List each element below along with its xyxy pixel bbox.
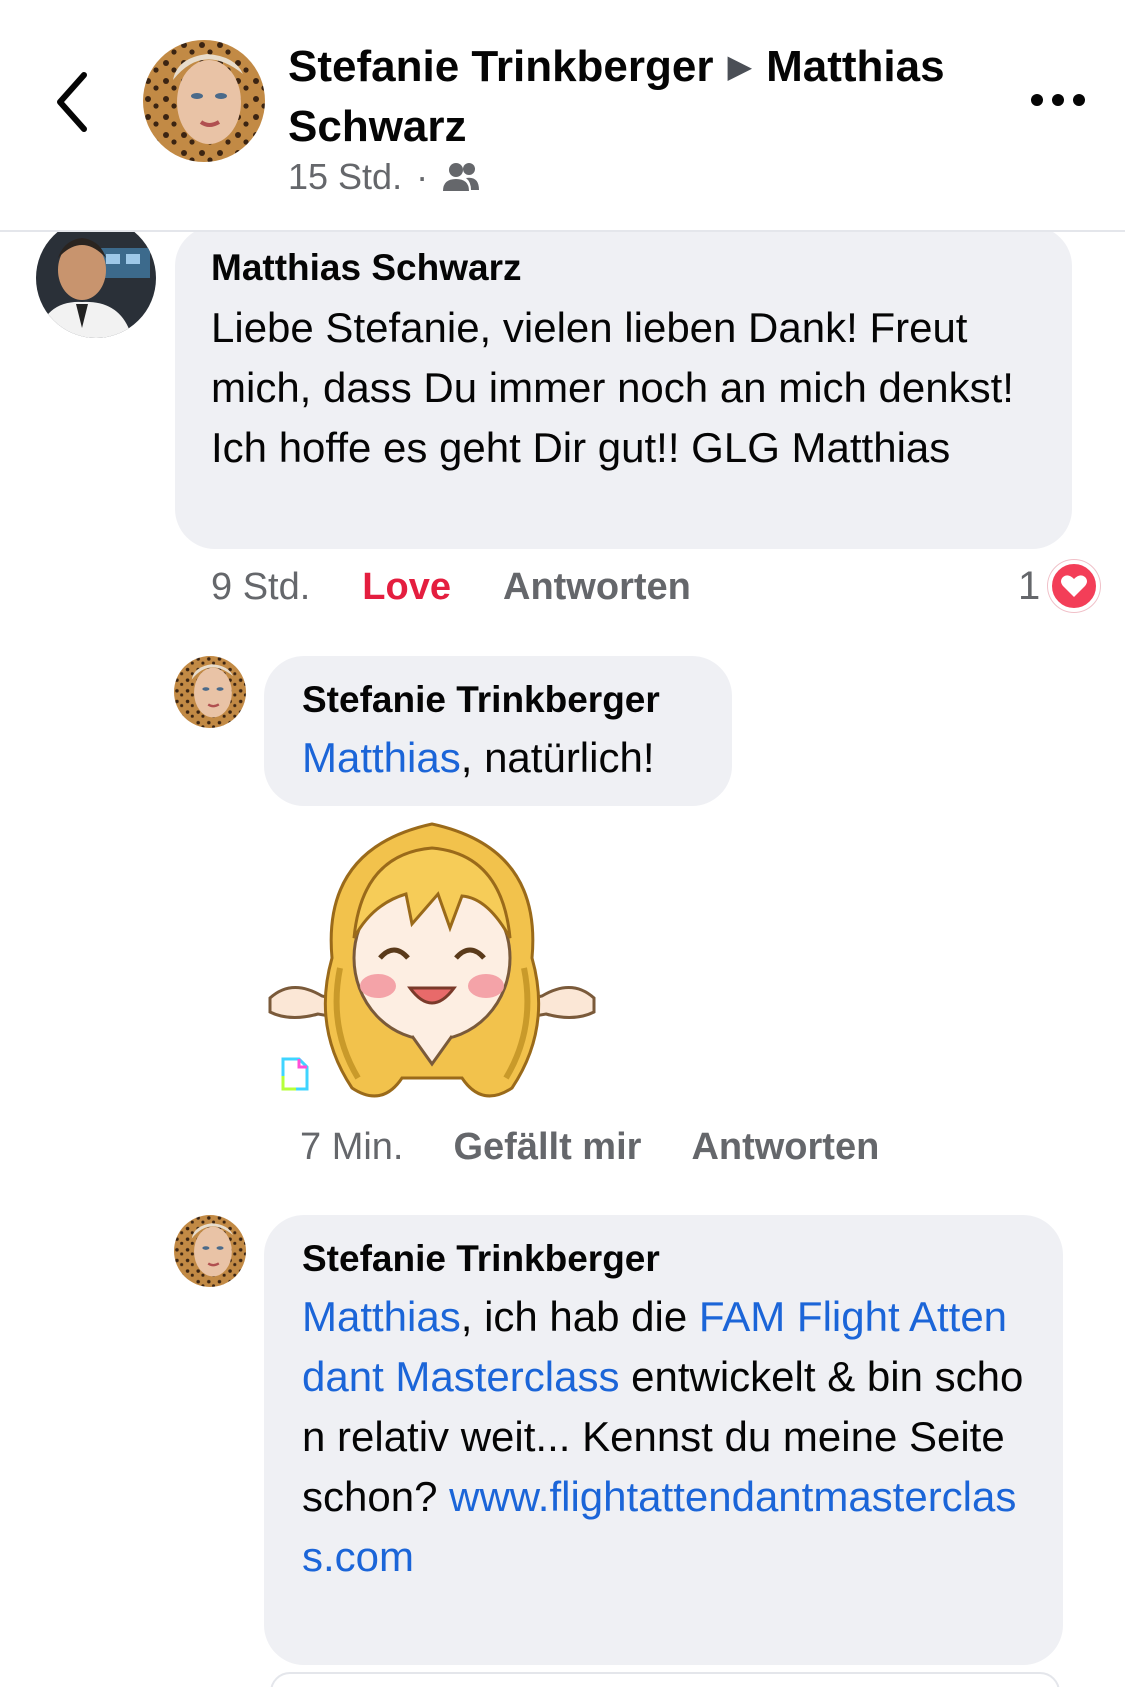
comment-bubble: Stefanie Trinkberger Matthias, ich hab d… [264,1215,1063,1665]
reaction-summary[interactable]: 1 [1018,560,1101,612]
mention-link[interactable]: Matthias [302,1293,461,1340]
more-dot [1073,94,1085,106]
comment-text-part: , ich hab die [460,1293,699,1340]
post-meta: 15 Std. · [288,156,480,198]
commenter-avatar[interactable] [36,218,156,338]
mention-link[interactable]: Matthias [302,734,461,781]
comment-bubble: Stefanie Trinkberger Matthias, natürlich… [264,656,732,806]
more-dot [1052,94,1064,106]
next-comment-edge [270,1672,1060,1687]
header-avatar[interactable] [143,40,265,162]
reply-button[interactable]: Antworten [503,566,691,609]
comment-author[interactable]: Matthias Schwarz [211,244,1036,292]
more-options-button[interactable] [1018,78,1098,122]
post-title: Stefanie Trinkberger ▶ Matthias Schwarz [288,36,1008,157]
comment-text: Matthias, natürlich! [302,728,694,788]
commenter-avatar[interactable] [174,656,246,728]
waving-girl-sticker[interactable] [262,808,602,1112]
post-header: Stefanie Trinkberger ▶ Matthias Schwarz 15… [0,0,1125,232]
comment-actions: 7 Min. Gefällt mir Antworten [300,1126,879,1169]
comment-actions: 9 Std. Love Antworten [211,566,691,609]
comment-author[interactable]: Stefanie Trinkberger [302,676,694,724]
commenter-avatar[interactable] [174,1215,246,1287]
reaction-count: 1 [1018,563,1041,608]
gif-icon [281,1057,309,1091]
comment-author[interactable]: Stefanie Trinkberger [302,1235,1027,1283]
back-button[interactable] [44,62,100,142]
like-button[interactable]: Gefällt mir [453,1126,641,1169]
love-reaction-button[interactable]: Love [362,566,451,609]
friends-icon [443,163,480,191]
chevron-left-icon [57,72,87,132]
comment-bubble: Matthias Schwarz Liebe Stefanie, vielen … [175,226,1072,549]
meta-separator: · [416,156,429,197]
post-time[interactable]: 15 Std. [288,156,402,198]
reply-button[interactable]: Antworten [691,1126,879,1169]
comment-text: Matthias, ich hab die FAM Flight Attenda… [302,1287,1027,1587]
more-dot [1031,94,1043,106]
post-author-link[interactable]: Stefanie Trinkberger [288,42,713,91]
comment-text-rest: , natürlich! [460,734,655,781]
comment-time[interactable]: 7 Min. [300,1126,403,1169]
comment-text: Liebe Stefanie, vielen lieben Dank! Freu… [211,304,1014,471]
heart-icon [1048,560,1101,612]
comment-time[interactable]: 9 Std. [211,566,310,609]
share-arrow-icon: ▶ [727,48,753,84]
